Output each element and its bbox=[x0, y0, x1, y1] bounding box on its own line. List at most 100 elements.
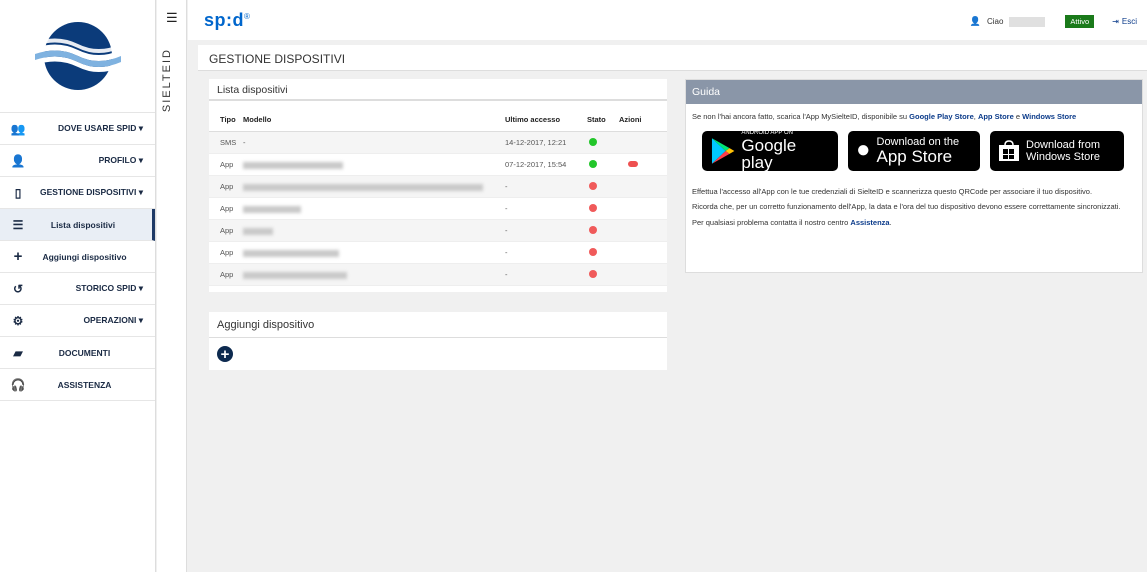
menu-operazioni[interactable]: ⚙ OPERAZIONI ▾ bbox=[0, 305, 155, 337]
menu-dove-usare-spid[interactable]: 👥 DOVE USARE SPID ▾ bbox=[0, 113, 155, 145]
table-row: App 07-12-2017, 15:54 bbox=[209, 153, 667, 176]
mobile-icon: ▯ bbox=[14, 185, 22, 200]
add-device-title: Aggiungi dispositivo bbox=[209, 312, 667, 338]
menu-label: Lista dispositivi bbox=[50, 219, 116, 230]
assistenza-link[interactable]: Assistenza bbox=[850, 218, 889, 227]
logout-label: Esci bbox=[1121, 17, 1137, 26]
greeting: Ciao bbox=[986, 17, 1004, 26]
user-icon: 👤 bbox=[969, 16, 981, 26]
cell-stato bbox=[583, 263, 617, 286]
headset-icon: 🎧 bbox=[10, 377, 26, 392]
people-icon: 👥 bbox=[10, 121, 26, 136]
chevron-down-icon: ▾ bbox=[138, 315, 143, 325]
table-row: App - bbox=[209, 263, 667, 286]
status-inactive-icon bbox=[589, 269, 597, 278]
cell-tipo: App bbox=[209, 219, 241, 242]
col-ultimo-accesso: Ultimo accesso bbox=[501, 107, 583, 132]
cell-tipo: SMS bbox=[209, 131, 241, 154]
vertical-strip: ☰ SIELTEID bbox=[157, 0, 187, 572]
username-redacted bbox=[1009, 16, 1046, 27]
cell-modello bbox=[241, 219, 501, 242]
cell-tipo: App bbox=[209, 241, 241, 264]
google-play-link[interactable]: Google Play Store bbox=[909, 112, 974, 121]
guide-qr-text: Effettua l'accesso all'App con le tue cr… bbox=[692, 186, 1093, 196]
redacted-model bbox=[243, 249, 339, 257]
device-table: Tipo Modello Ultimo accesso Stato Azioni… bbox=[209, 107, 667, 286]
windows-store-link[interactable]: Windows Store bbox=[1022, 112, 1076, 121]
guide-text: Se non l'hai ancora fatto, scarica l'App… bbox=[692, 112, 910, 121]
user-icon: 👤 bbox=[10, 153, 26, 168]
device-list-panel: Lista dispositivi Tipo Modello Ultimo ac… bbox=[209, 79, 667, 292]
cell-accesso: - bbox=[501, 263, 583, 286]
cell-modello: - bbox=[241, 131, 501, 154]
col-stato: Stato bbox=[583, 107, 617, 132]
cell-azioni bbox=[617, 153, 667, 176]
guide-intro: Se non l'hai ancora fatto, scarica l'App… bbox=[692, 112, 1136, 123]
cell-modello bbox=[241, 197, 501, 220]
cell-stato bbox=[583, 197, 617, 220]
badge-text: Download on the App Store bbox=[877, 136, 960, 165]
chevron-down-icon: ▾ bbox=[138, 187, 143, 197]
cell-modello bbox=[241, 241, 501, 264]
cell-azioni bbox=[617, 263, 667, 286]
menu-lista-dispositivi[interactable]: ☰ Lista dispositivi bbox=[0, 209, 155, 241]
cell-accesso: - bbox=[501, 175, 583, 198]
menu-label: STORICO SPID bbox=[75, 283, 137, 293]
table-row: App - bbox=[209, 197, 667, 220]
badge-big-text: App Store bbox=[876, 147, 953, 166]
device-list-title: Lista dispositivi bbox=[209, 79, 667, 101]
cell-accesso: - bbox=[501, 241, 583, 264]
col-tipo: Tipo bbox=[209, 107, 241, 132]
menu-label: GESTIONE DISPOSITIVI bbox=[39, 187, 137, 197]
redacted-model bbox=[243, 205, 301, 213]
menu-aggiungi-dispositivo[interactable]: + Aggiungi dispositivo bbox=[0, 241, 155, 273]
registered-icon: ® bbox=[244, 12, 251, 21]
chevron-down-icon: ▾ bbox=[138, 155, 143, 165]
spid-logo[interactable]: sp:d® bbox=[204, 10, 250, 31]
cell-accesso: - bbox=[501, 219, 583, 242]
logout-link[interactable]: ⇥ Esci bbox=[1112, 17, 1137, 26]
sieltelogo[interactable] bbox=[0, 0, 155, 113]
redacted-model bbox=[243, 161, 343, 169]
status-inactive-icon bbox=[589, 181, 597, 190]
remove-device-button[interactable] bbox=[628, 161, 638, 167]
plus-circle-icon: + bbox=[220, 345, 230, 363]
cell-azioni bbox=[617, 175, 667, 198]
cell-stato bbox=[583, 241, 617, 264]
cell-accesso: - bbox=[501, 197, 583, 220]
windows-store-badge[interactable]: Download from Windows Store bbox=[990, 130, 1124, 171]
table-row: App - bbox=[209, 219, 667, 242]
cell-accesso: 07-12-2017, 15:54 bbox=[501, 153, 583, 176]
cell-stato bbox=[583, 153, 617, 176]
google-play-badge[interactable]: ANDROID APP ON Google play bbox=[702, 130, 838, 171]
chevron-down-icon: ▾ bbox=[138, 283, 143, 293]
guide-text: Per qualsiasi problema contatta il nostr… bbox=[692, 217, 851, 227]
cell-modello bbox=[241, 175, 501, 198]
col-azioni: Azioni bbox=[617, 107, 667, 132]
store-badges: ANDROID APP ON Google play ● Download on … bbox=[702, 130, 1136, 171]
plus-icon: + bbox=[13, 248, 23, 265]
app-store-badge[interactable]: ● Download on the App Store bbox=[848, 130, 980, 171]
menu-assistenza[interactable]: 🎧 ASSISTENZA bbox=[0, 369, 155, 401]
status-inactive-icon bbox=[589, 247, 597, 256]
menu-documenti[interactable]: ▰ DOCUMENTI bbox=[0, 337, 155, 369]
menu-storico-spid[interactable]: ↺ STORICO SPID ▾ bbox=[0, 273, 155, 305]
guide-text: . bbox=[889, 217, 892, 227]
guide-title: Guida bbox=[686, 80, 1142, 104]
google-play-icon bbox=[711, 137, 735, 164]
col-modello: Modello bbox=[241, 107, 501, 132]
cell-tipo: App bbox=[209, 263, 241, 286]
table-header: Tipo Modello Ultimo accesso Stato Azioni bbox=[209, 107, 667, 132]
guide-panel: Guida Se non l'hai ancora fatto, scarica… bbox=[685, 79, 1143, 273]
add-device-button[interactable]: + bbox=[217, 346, 233, 362]
windows-store-icon bbox=[999, 139, 1019, 161]
page-title: GESTIONE DISPOSITIVI bbox=[209, 52, 346, 66]
hamburger-menu-icon[interactable]: ☰ bbox=[166, 10, 178, 26]
menu-gestione-dispositivi[interactable]: ▯ GESTIONE DISPOSITIVI ▾ bbox=[0, 177, 155, 209]
app-store-link[interactable]: App Store bbox=[978, 112, 1014, 121]
book-icon: ▰ bbox=[13, 345, 23, 360]
badge-small-text: Download from bbox=[1026, 138, 1100, 151]
cell-azioni bbox=[617, 197, 667, 220]
menu-label: ASSISTENZA bbox=[57, 379, 112, 390]
menu-profilo[interactable]: 👤 PROFILO ▾ bbox=[0, 145, 155, 177]
